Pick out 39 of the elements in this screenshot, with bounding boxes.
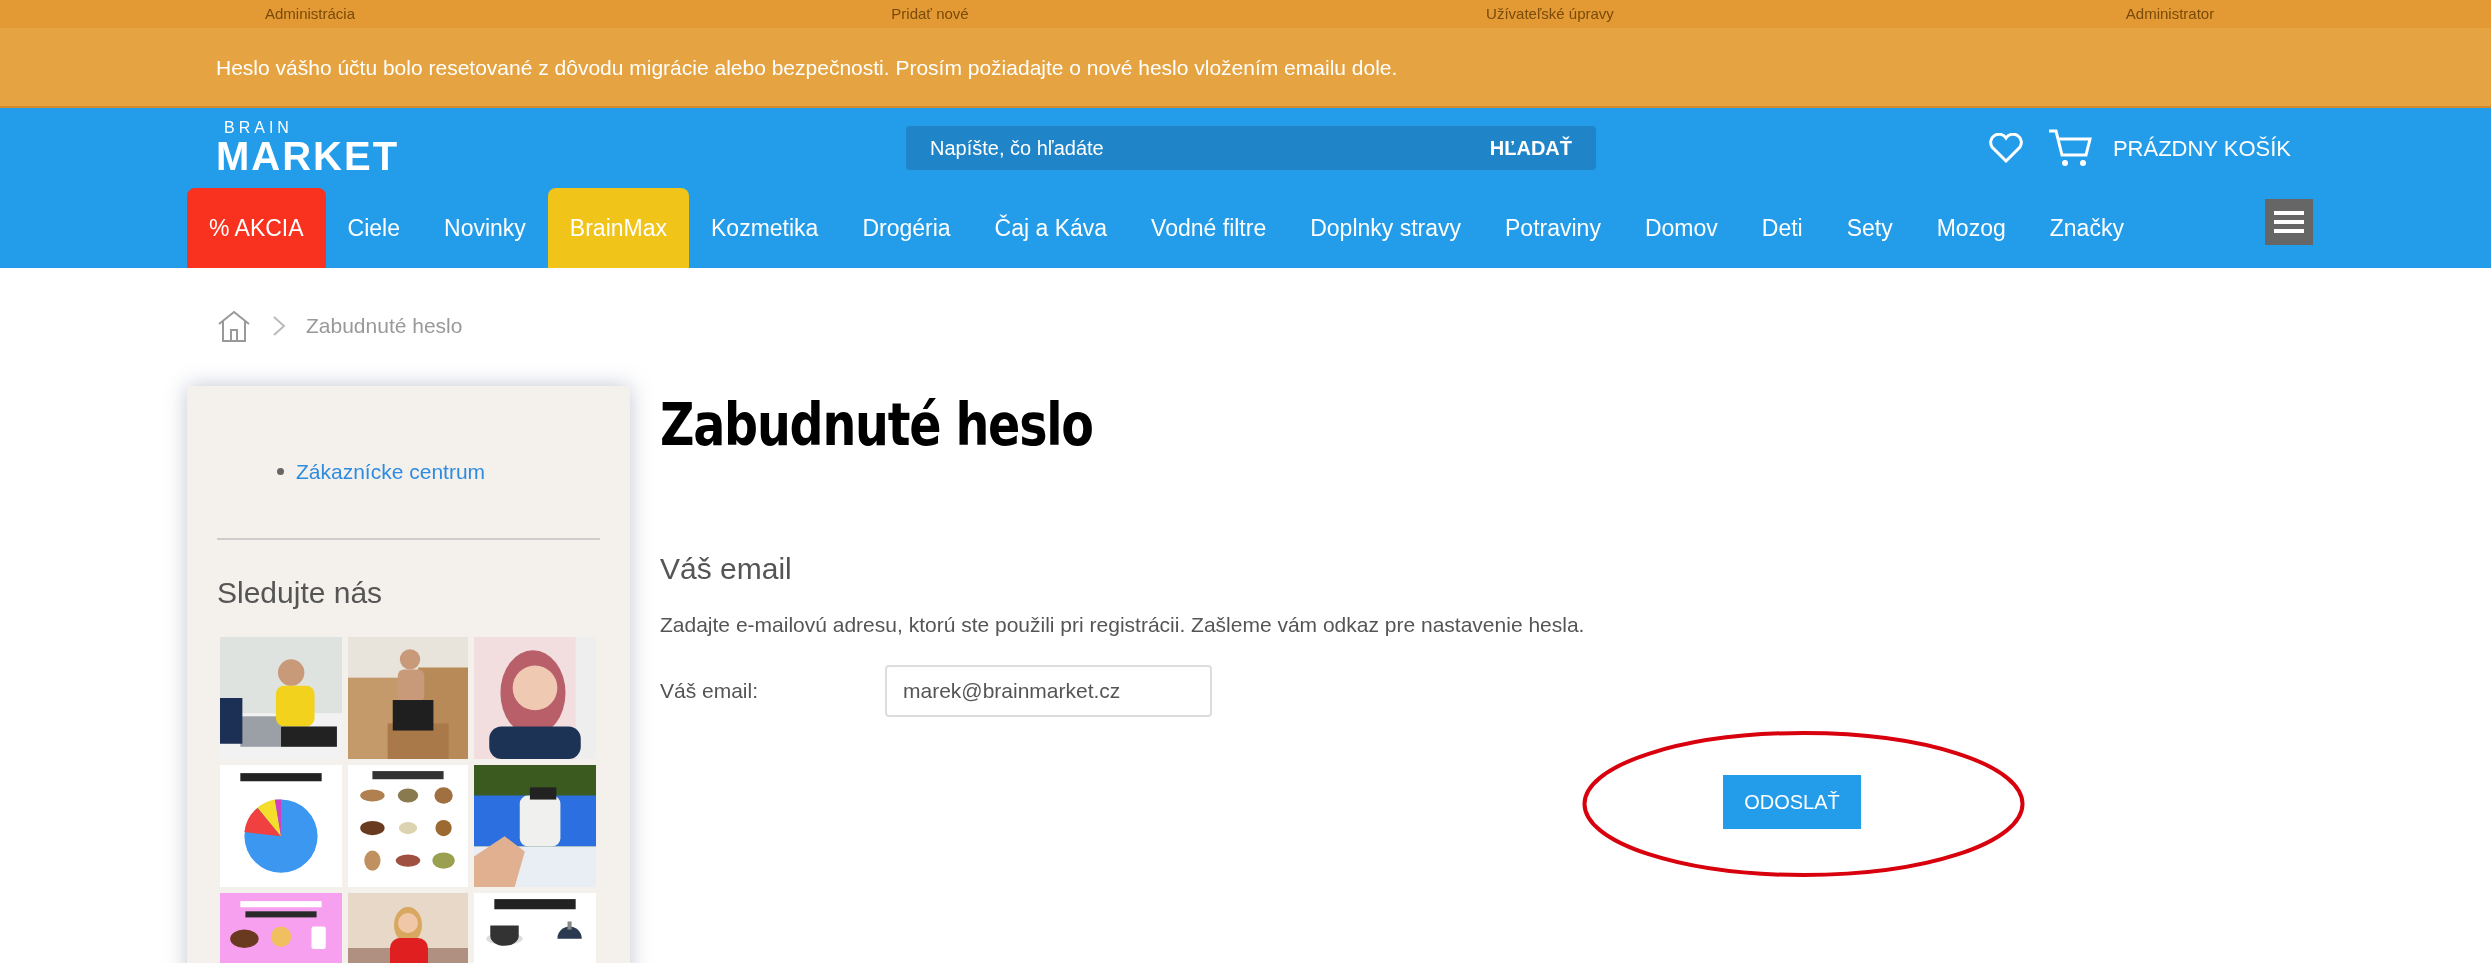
nav-item[interactable]: Deti <box>1739 188 1825 268</box>
page-title: Zabudnuté heslo <box>660 396 1094 454</box>
nav-item[interactable]: Značky <box>2027 188 2146 268</box>
chevron-icon <box>272 315 286 337</box>
description-text: Zadajte e-mailovú adresu, ktorú ste použili pri registrácii. Zašleme vám odkaz pre nastavenie hesla. <box>660 612 1586 638</box>
breadcrumb-current: Zabudnuté heslo <box>306 313 463 340</box>
bullet-icon <box>277 468 284 476</box>
logo[interactable]: BRAIN MARKET <box>216 120 406 176</box>
nav-item[interactable]: Mozog <box>1914 188 2028 268</box>
submit-button[interactable]: ODOSLAŤ <box>1723 774 1861 829</box>
nav-item[interactable]: Čaj a Káva <box>972 188 1130 268</box>
sidebar-link[interactable]: Zákaznícke centrum <box>296 456 486 488</box>
email-field[interactable]: marek@brainmarket.cz <box>885 664 1212 717</box>
field-label: Váš email: <box>660 677 760 704</box>
nav-item[interactable]: Domov <box>1622 188 1740 268</box>
nav-item[interactable]: Sety <box>1824 188 1915 268</box>
heart-icon[interactable] <box>1988 133 2023 163</box>
admin-menu-item[interactable]: Administrator <box>1860 2 2480 26</box>
nav-item[interactable]: Novinky <box>422 188 548 268</box>
nav-item[interactable]: Doplnky stravy <box>1288 188 1484 268</box>
admin-menu-item[interactable]: Užívateľské úpravy <box>1240 2 1860 26</box>
menu-icon[interactable] <box>2265 199 2313 245</box>
nav-item[interactable]: Ciele <box>325 188 423 268</box>
search-field[interactable]: Napíšte, čo hľadáte HĽADAŤ <box>906 126 1596 170</box>
nav-item[interactable]: Kozmetika <box>689 188 841 268</box>
sidebar-heading: Sledujte nás <box>217 574 384 611</box>
nav-item[interactable]: % AKCIA <box>187 188 326 268</box>
cart-icon[interactable] <box>2046 128 2093 168</box>
nav-item[interactable]: Potraviny <box>1483 188 1623 268</box>
nav-item[interactable]: Vodné filtre <box>1129 188 1289 268</box>
cart-link[interactable]: PRÁZDNY KOŠÍK <box>2112 131 2291 165</box>
admin-menu-item[interactable]: Administrácia <box>0 2 620 26</box>
home-icon[interactable] <box>216 309 252 343</box>
search-button[interactable]: HĽADAŤ <box>1489 133 1572 163</box>
nav-item[interactable]: Drogéria <box>840 188 973 268</box>
admin-menu-item[interactable]: Pridať nové <box>620 2 1240 26</box>
section-heading: Váš email <box>660 551 793 587</box>
nav-item[interactable]: BrainMax <box>547 188 689 268</box>
notice-message: Heslo vášho účtu bolo resetované z dôvodu migrácie alebo bezpečnosti. Prosím požiadajte o nové heslo vložením emailu dole. <box>216 55 1398 81</box>
